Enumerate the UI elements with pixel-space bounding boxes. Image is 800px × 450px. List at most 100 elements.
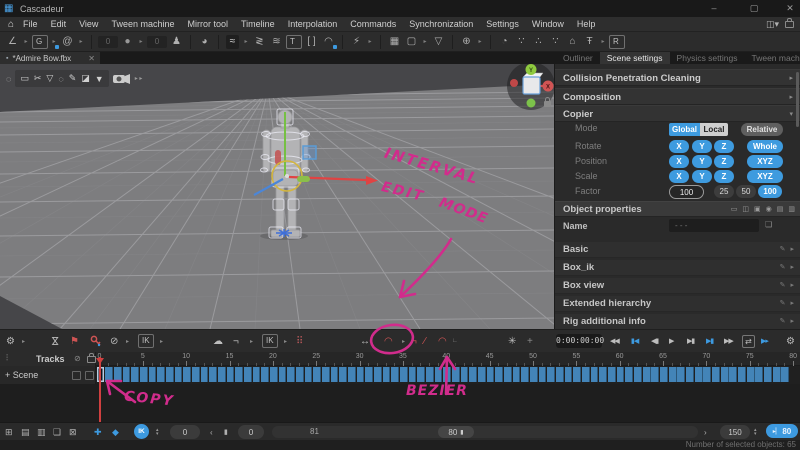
dropdown-icon[interactable]: ▸ xyxy=(599,34,607,50)
maximize-button[interactable]: ▢ xyxy=(740,0,768,16)
save-scene-icon[interactable]: ▥ xyxy=(37,425,46,439)
timecode-display[interactable]: 0:00:00:00 xyxy=(556,334,602,348)
menu-mirror-tool[interactable]: Mirror tool xyxy=(187,19,228,29)
pin-icon[interactable]: ✎ xyxy=(780,314,786,330)
timeline-cell[interactable] xyxy=(175,367,183,382)
timeline-cell[interactable] xyxy=(608,367,616,382)
menu-view[interactable]: View xyxy=(79,19,98,29)
new-scene-icon[interactable]: ⊞ xyxy=(5,425,13,439)
expand-icon[interactable]: ▸ xyxy=(790,296,794,312)
timeline-cell[interactable] xyxy=(339,367,347,382)
pin-icon[interactable]: ✎ xyxy=(780,296,786,312)
paste-props-icon[interactable]: ▣ xyxy=(754,202,761,218)
timeline-cell[interactable] xyxy=(495,367,503,382)
footsteps-icon-2[interactable]: ∴ xyxy=(531,34,546,50)
position-y-button[interactable]: Y xyxy=(692,155,712,168)
pose-graph-icon[interactable]: ∠ xyxy=(5,34,20,50)
range-end-handle[interactable]: 80 ▮ xyxy=(438,426,474,438)
rotate-x-button[interactable]: X xyxy=(669,140,689,153)
menu-settings[interactable]: Settings xyxy=(486,19,519,29)
panel-scrollbar[interactable] xyxy=(796,72,799,127)
go-to-frame-pill[interactable]: ▸▏ 80 xyxy=(766,424,798,438)
mode-local-button[interactable]: Local xyxy=(700,123,728,136)
frame-stepper[interactable]: ▴▾ xyxy=(156,425,159,439)
home-icon[interactable]: ⌂ xyxy=(8,19,14,30)
grid-view-icon[interactable]: ▦ xyxy=(387,34,402,50)
timeline-cell[interactable] xyxy=(201,367,209,382)
current-frame-field[interactable]: 0 xyxy=(170,425,200,439)
next-interval-icon[interactable]: › xyxy=(704,425,707,439)
keyframe-dot-icon[interactable]: ● xyxy=(120,34,135,50)
timeline-cell[interactable] xyxy=(365,367,373,382)
tab-close-icon[interactable]: ✕ xyxy=(88,54,95,63)
timeline-cell[interactable] xyxy=(582,367,590,382)
factor-value-input[interactable]: 100 xyxy=(669,185,704,199)
timeline-cell[interactable] xyxy=(105,367,113,382)
timeline-cell[interactable] xyxy=(270,367,278,382)
wireframe-icon[interactable]: ▼ xyxy=(95,71,104,87)
timeline-cell[interactable] xyxy=(643,367,651,382)
playhead-line[interactable] xyxy=(99,357,101,422)
timeline-cell[interactable] xyxy=(114,367,122,382)
dropdown-icon[interactable]: ▸ xyxy=(476,34,484,50)
timeline-cell[interactable] xyxy=(209,367,217,382)
timeline-cell[interactable] xyxy=(729,367,737,382)
timeline-cell[interactable] xyxy=(383,367,391,382)
expand-icon[interactable]: ▸ xyxy=(790,314,794,330)
ghost-icon[interactable]: ☁ xyxy=(213,333,223,349)
dropdown-icon[interactable]: ▸ xyxy=(402,333,405,349)
menu-edit[interactable]: Edit xyxy=(51,19,67,29)
menu-tween-machine[interactable]: Tween machine xyxy=(111,19,174,29)
timeline-cell[interactable] xyxy=(695,367,703,382)
cube-icon[interactable]: ◪ xyxy=(81,71,90,87)
filter-down-icon[interactable]: ▽ xyxy=(46,71,53,87)
camera-icon[interactable] xyxy=(113,73,131,85)
total-frames-field[interactable]: 150 xyxy=(720,425,750,439)
scene-track-header[interactable]: + Scene xyxy=(0,366,96,384)
timeline-cell[interactable] xyxy=(348,367,356,382)
flag-icon[interactable]: ⚑ xyxy=(70,333,79,349)
menu-help[interactable]: Help xyxy=(577,19,596,29)
tag-u-icon[interactable]: ▥ xyxy=(788,202,795,218)
group-basic[interactable]: Basic ✎▸ xyxy=(555,242,800,258)
drag-dots-icon[interactable]: ⋮ xyxy=(3,353,11,362)
layout-lock-icon[interactable] xyxy=(785,21,794,28)
rotate-y-button[interactable]: Y xyxy=(692,140,712,153)
timeline-cell[interactable] xyxy=(504,367,512,382)
timeline-cell[interactable] xyxy=(443,367,451,382)
character-icon[interactable]: ♟ xyxy=(169,34,184,50)
dropdown-icon[interactable]: ▸ xyxy=(50,34,58,50)
text-track-button[interactable]: T xyxy=(286,35,302,49)
timeline-cell[interactable] xyxy=(183,367,191,382)
group-extended-hierarchy[interactable]: Extended hierarchy ✎▸ xyxy=(555,296,800,312)
ball-icon[interactable]: ◕ xyxy=(197,34,212,50)
timeline-cell[interactable] xyxy=(591,367,599,382)
group-box-view[interactable]: Box view ✎▸ xyxy=(555,278,800,294)
timeline-cell[interactable] xyxy=(712,367,720,382)
box-view-icon[interactable]: ▢ xyxy=(404,34,419,50)
interval-start-field[interactable]: 0 xyxy=(238,425,264,439)
brackets-icon[interactable]: [ ] xyxy=(304,34,319,50)
expand-icon[interactable]: ▸ xyxy=(790,242,794,258)
no-physics-icon[interactable]: ⊘ xyxy=(110,333,118,349)
timeline-cell[interactable] xyxy=(573,367,581,382)
camera-dropdown-icon[interactable]: ▸ ▸ xyxy=(135,71,143,87)
tab-outliner[interactable]: Outliner xyxy=(556,52,600,64)
selection-frame-icon[interactable]: ⠿ xyxy=(296,333,303,349)
ik-mode-button[interactable]: IK xyxy=(134,424,149,439)
collapse-caret-icon[interactable]: ▸ xyxy=(789,89,793,106)
dropdown-icon[interactable]: ▸ xyxy=(242,34,250,50)
rig-mode-button[interactable]: R xyxy=(609,35,625,49)
ghost-mode-button[interactable]: G xyxy=(32,35,48,49)
scale-xyz-button[interactable]: XYZ xyxy=(747,170,783,183)
section-composition[interactable]: Composition ▸ xyxy=(555,88,800,105)
timeline-cell[interactable] xyxy=(374,367,382,382)
timeline-cell[interactable] xyxy=(149,367,157,382)
layout-switch-icon[interactable]: ◫▾ xyxy=(766,19,779,30)
lock-icon[interactable] xyxy=(87,356,96,363)
dropdown-icon[interactable]: ▸ xyxy=(250,333,253,349)
frame-offset-field-2[interactable]: 0 xyxy=(147,36,167,48)
tab-physics-settings[interactable]: Physics settings xyxy=(670,52,745,64)
dropdown-icon[interactable]: ▸ xyxy=(284,333,287,349)
prev-interval-icon[interactable]: ‹ xyxy=(210,425,213,439)
